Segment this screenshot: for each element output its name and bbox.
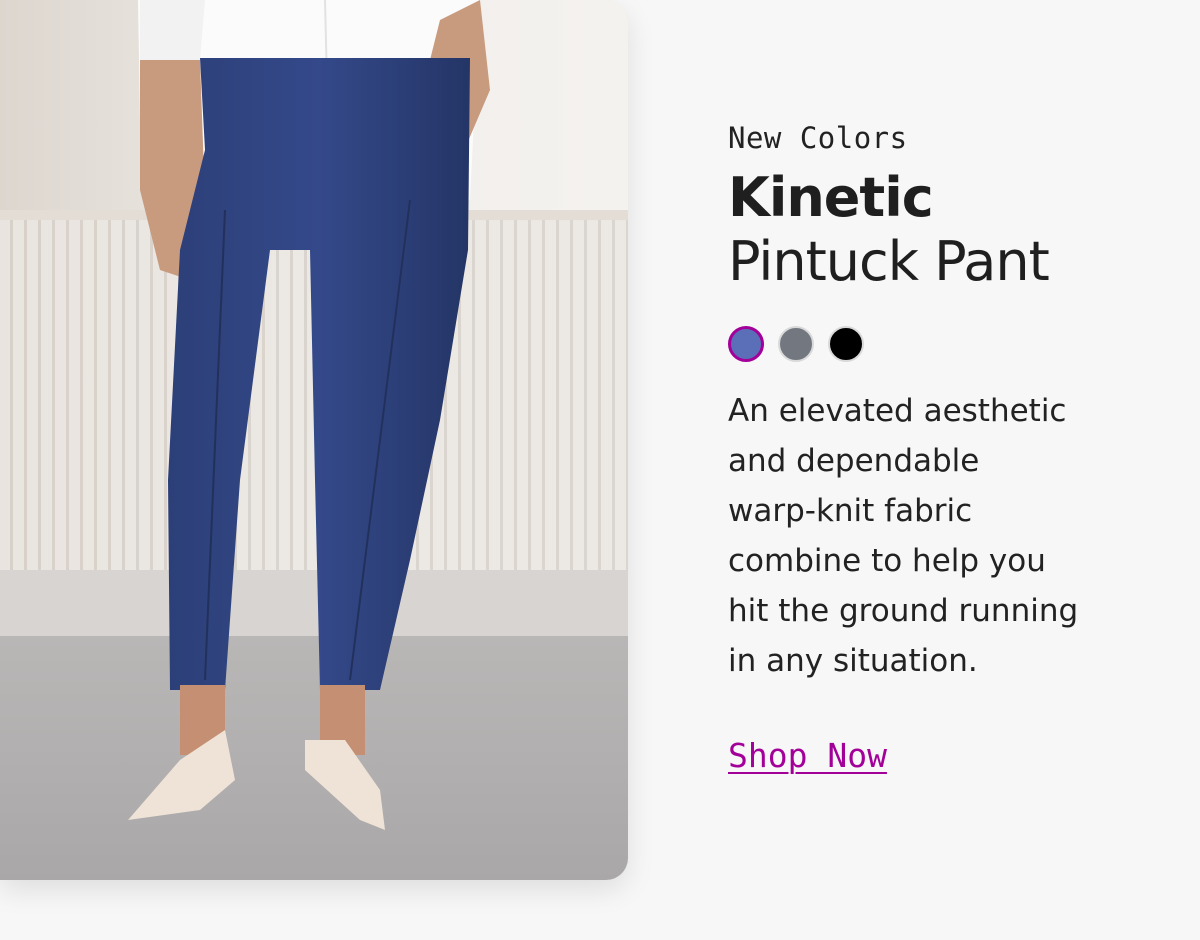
product-copy: New Colors Kinetic Pintuck Pant An eleva… xyxy=(728,118,1148,775)
swatch-gray[interactable] xyxy=(778,326,814,362)
description-line: hit the ground running xyxy=(728,593,1079,629)
product-photo-illustration xyxy=(0,0,628,880)
product-name-light: Pintuck Pant xyxy=(728,230,1050,293)
description-line: in any situation. xyxy=(728,643,978,679)
promo-page: New Colors Kinetic Pintuck Pant An eleva… xyxy=(0,0,1200,940)
eyebrow-label: New Colors xyxy=(728,121,908,155)
swatch-navy-blue[interactable] xyxy=(728,326,764,362)
product-description: An elevated aesthetic and dependable war… xyxy=(728,386,1128,686)
shop-now-link[interactable]: Shop Now xyxy=(728,736,887,775)
description-line: warp-knit fabric xyxy=(728,493,973,529)
description-line: combine to help you xyxy=(728,543,1046,579)
color-swatches xyxy=(728,324,1148,364)
product-name-bold: Kinetic xyxy=(728,166,934,229)
swatch-black[interactable] xyxy=(828,326,864,362)
description-line: and dependable xyxy=(728,443,980,479)
description-line: An elevated aesthetic xyxy=(728,393,1067,429)
product-photo[interactable] xyxy=(0,0,628,880)
